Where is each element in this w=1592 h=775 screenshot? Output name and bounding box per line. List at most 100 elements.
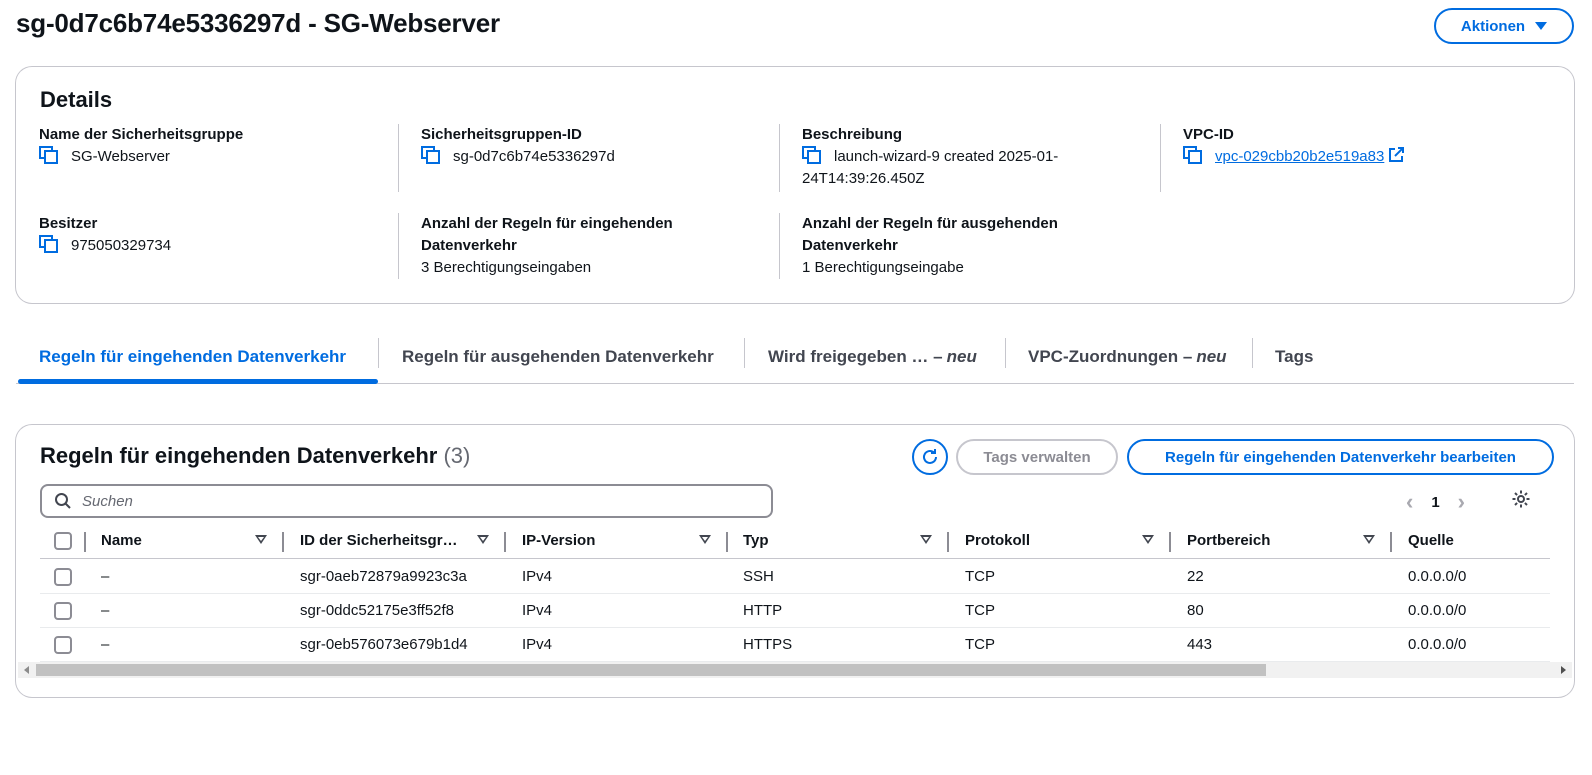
field-vpc-id: VPC-ID vpc-029cbb20b2e519a83 [1183, 124, 1543, 168]
field-owner: Besitzer 975050329734 [39, 213, 399, 257]
cell-name: – [101, 602, 110, 619]
tab-label: VPC-Zuordnungen – [1028, 347, 1193, 366]
chevron-right-icon[interactable]: › [1458, 491, 1465, 513]
sort-icon[interactable] [477, 535, 489, 544]
outbound-count-label-line1: Anzahl der Regeln für ausgehenden [802, 215, 1058, 232]
field-description: Beschreibung launch-wizard-9 created 202… [802, 124, 1162, 190]
sort-icon[interactable] [1142, 535, 1154, 544]
cell-source: 0.0.0.0/0 [1408, 568, 1467, 585]
field-inbound-count: Anzahl der Regeln für eingehenden Datenv… [421, 213, 781, 279]
row-checkbox[interactable] [54, 602, 72, 620]
tab-label: Tags [1275, 347, 1314, 366]
tab-label: Regeln für ausgehenden Datenverkehr [402, 347, 714, 366]
search-icon [55, 493, 71, 509]
field-group-name: Name der Sicherheitsgruppe SG-Webserver [39, 124, 399, 168]
inbound-count-value: 3 Berechtigungseingaben [421, 259, 592, 276]
pagination: ‹ 1 › [1406, 489, 1465, 515]
page-number[interactable]: 1 [1431, 494, 1439, 511]
row-checkbox[interactable] [54, 568, 72, 586]
column-header-type[interactable]: Typ [743, 523, 769, 558]
manage-tags-button[interactable]: Tags verwalten [956, 439, 1118, 475]
description-value-line1: launch-wizard-9 created 2025-01- [834, 148, 1059, 165]
inbound-count-label-line1: Anzahl der Regeln für eingehenden [421, 215, 673, 232]
column-header-source[interactable]: Quelle [1408, 523, 1454, 558]
description-label: Beschreibung [802, 126, 903, 143]
search-input[interactable] [82, 492, 732, 510]
inbound-rules-panel: Regeln für eingehenden Datenverkehr (3) … [16, 425, 1574, 697]
external-link-icon[interactable] [1388, 147, 1405, 163]
copy-icon[interactable] [39, 235, 59, 253]
column-header-rule-id[interactable]: ID der Sicherheitsgr… [300, 523, 458, 558]
gear-icon[interactable] [1511, 489, 1531, 509]
actions-label: Aktionen [1460, 17, 1526, 35]
column-header-protocol[interactable]: Protokoll [965, 523, 1030, 558]
refresh-icon [923, 449, 937, 464]
owner-label: Besitzer [39, 215, 98, 232]
new-badge: neu [946, 347, 977, 366]
column-separator[interactable] [504, 532, 506, 552]
vpc-id-link[interactable]: vpc-029cbb20b2e519a83 [1215, 148, 1384, 165]
cell-ip-version: IPv4 [522, 636, 553, 653]
row-checkbox[interactable] [54, 636, 72, 654]
copy-icon[interactable] [1183, 146, 1203, 164]
sort-icon[interactable] [1363, 535, 1375, 544]
cell-name: – [101, 636, 110, 653]
column-separator[interactable] [1390, 532, 1392, 552]
rules-title-text: Regeln für eingehenden Datenverkehr [40, 443, 438, 468]
divider [779, 124, 780, 192]
column-separator[interactable] [947, 532, 949, 552]
refresh-button[interactable] [912, 439, 948, 475]
scroll-left-arrow-icon[interactable] [24, 666, 29, 674]
tab-separator [378, 338, 379, 368]
tab-tags[interactable]: Tags [1275, 330, 1313, 384]
column-separator[interactable] [726, 532, 728, 552]
tab-vpc-associations[interactable]: VPC-Zuordnungen – neu [1028, 330, 1227, 384]
scrollbar-thumb[interactable] [36, 664, 1266, 676]
cell-source: 0.0.0.0/0 [1408, 636, 1467, 653]
cell-port-range: 22 [1187, 568, 1204, 585]
tab-outbound-rules[interactable]: Regeln für ausgehenden Datenverkehr [402, 330, 714, 384]
cell-rule-id: sgr-0aeb72879a9923c3a [300, 568, 467, 585]
select-all-checkbox[interactable] [54, 532, 72, 550]
column-header-name[interactable]: Name [101, 523, 142, 558]
cell-type: SSH [743, 568, 774, 585]
tab-sharing[interactable]: Wird freigegeben … – neu [768, 330, 977, 384]
column-header-ip-version[interactable]: IP-Version [522, 523, 595, 558]
group-id-label: Sicherheitsgruppen-ID [421, 126, 582, 143]
column-separator[interactable] [84, 532, 86, 552]
inbound-count-label-line2: Datenverkehr [421, 237, 517, 254]
tab-label: Wird freigegeben … – [768, 347, 943, 366]
scroll-right-arrow-icon[interactable] [1561, 666, 1566, 674]
search-field[interactable] [40, 484, 773, 518]
tab-separator [1005, 338, 1006, 368]
column-header-port-range[interactable]: Portbereich [1187, 523, 1270, 558]
cell-source: 0.0.0.0/0 [1408, 602, 1467, 619]
copy-icon[interactable] [39, 146, 59, 164]
cell-ip-version: IPv4 [522, 602, 553, 619]
divider [779, 213, 780, 279]
column-separator[interactable] [1169, 532, 1171, 552]
page-title: sg-0d7c6b74e5336297d - SG-Webserver [16, 8, 500, 38]
active-tab-indicator [18, 379, 378, 384]
sort-icon[interactable] [255, 535, 267, 544]
group-name-label: Name der Sicherheitsgruppe [39, 126, 244, 143]
edit-inbound-rules-button[interactable]: Regeln für eingehenden Datenverkehr bear… [1127, 439, 1554, 475]
table-header-row: Name ID der Sicherheitsgr… IP-Version Ty… [40, 523, 1550, 559]
tab-separator [1252, 338, 1253, 368]
field-outbound-count: Anzahl der Regeln für ausgehenden Datenv… [802, 213, 1162, 279]
sort-icon[interactable] [920, 535, 932, 544]
table-row[interactable]: – sgr-0aeb72879a9923c3a IPv4 SSH TCP 22 … [40, 560, 1550, 594]
tab-bar: Regeln für eingehenden Datenverkehr Rege… [16, 330, 1574, 384]
horizontal-scrollbar[interactable] [18, 662, 1572, 678]
tab-inbound-rules[interactable]: Regeln für eingehenden Datenverkehr [39, 330, 346, 384]
table-row[interactable]: – sgr-0ddc52175e3ff52f8 IPv4 HTTP TCP 80… [40, 594, 1550, 628]
copy-icon[interactable] [421, 146, 441, 164]
sort-icon[interactable] [699, 535, 711, 544]
rules-title: Regeln für eingehenden Datenverkehr (3) [40, 443, 470, 469]
chevron-left-icon[interactable]: ‹ [1406, 491, 1413, 513]
divider [398, 213, 399, 279]
actions-button[interactable]: Aktionen [1434, 8, 1574, 44]
copy-icon[interactable] [802, 146, 822, 164]
column-separator[interactable] [282, 532, 284, 552]
table-row[interactable]: – sgr-0eb576073e679b1d4 IPv4 HTTPS TCP 4… [40, 628, 1550, 662]
